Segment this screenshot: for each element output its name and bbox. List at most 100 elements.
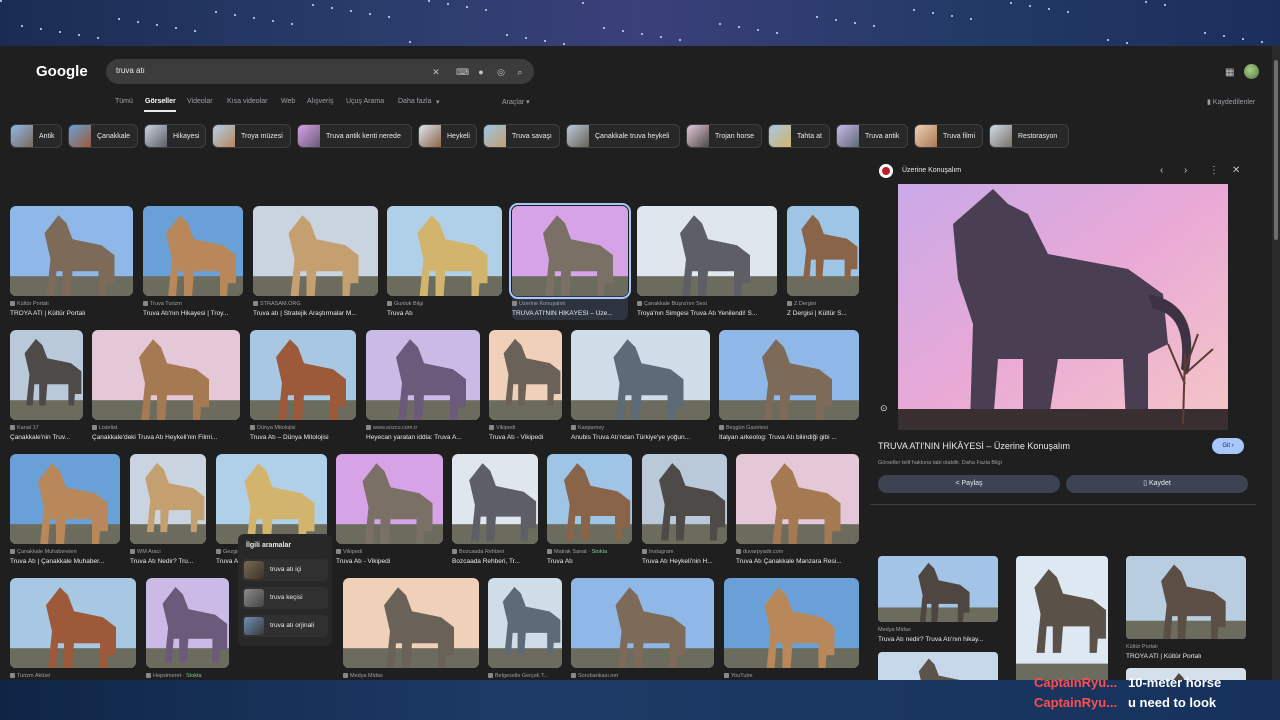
filter-chip[interactable]: Çanakkale truva heykeli: [566, 124, 680, 148]
result-thumbnail[interactable]: [10, 206, 133, 296]
search-input[interactable]: truva atı: [116, 66, 145, 75]
tools-button[interactable]: Araçlar ▾: [502, 98, 530, 106]
result-title[interactable]: Troya'nın Simgesi Truva Atı Yenilendi! S…: [637, 310, 777, 317]
filter-chip[interactable]: Truva filmi: [914, 124, 983, 148]
image-result[interactable]: Vikipedi Truva Atı - Vikipedi: [336, 454, 443, 568]
image-result[interactable]: Truva Turizm Truva Atı'nın Hikayesi | Tr…: [143, 206, 243, 320]
image-result[interactable]: Belgeselle Gerçek T... Osmanlıya sığınan…: [488, 578, 562, 680]
result-thumbnail[interactable]: [787, 206, 859, 296]
tab-7[interactable]: Daha fazla: [398, 98, 431, 105]
result-title[interactable]: Çanakkale'nin Truv...: [10, 434, 83, 441]
preview-image[interactable]: [898, 184, 1228, 430]
tab-0[interactable]: Tümü: [115, 98, 133, 105]
result-title[interactable]: TRUVA ATI'NIN HİKÂYESİ – Üze...: [512, 310, 628, 317]
result-title[interactable]: Heyecan yaratan iddia: Truva A...: [366, 434, 480, 441]
result-title[interactable]: Truva Atı: [547, 558, 632, 565]
image-result[interactable]: Turizm Aktüel Truva Atı'nın Kalıntıları …: [10, 578, 136, 680]
clear-icon[interactable]: ✕: [431, 67, 441, 77]
filter-chip[interactable]: Antik: [10, 124, 62, 148]
similar-thumbnail[interactable]: [878, 556, 998, 622]
result-thumbnail[interactable]: [250, 330, 356, 420]
share-button[interactable]: < Paylaş: [878, 475, 1060, 493]
result-thumbnail[interactable]: [92, 330, 240, 420]
image-result[interactable]: Matrak Sanat · Stokta Truva Atı: [547, 454, 632, 568]
panel-source[interactable]: Üzerine Konuşalım: [902, 167, 961, 174]
result-title[interactable]: Truva Atı Heykeli'nin H...: [642, 558, 727, 565]
avatar[interactable]: [1244, 64, 1259, 79]
result-title[interactable]: Anubis Truva Atı'ndan Türkiye'ye yoğun..…: [571, 434, 710, 441]
result-thumbnail[interactable]: [719, 330, 859, 420]
tab-3[interactable]: Kısa videolar: [227, 98, 267, 105]
image-result[interactable]: Vikipedi Truva Atı - Vikipedi: [489, 330, 562, 444]
result-title[interactable]: Truva Atı Çanakkale Manzara Resi...: [736, 558, 859, 565]
image-result[interactable]: Beşgün Gazetesi İtalyan arkeolog: Truva …: [719, 330, 859, 444]
result-thumbnail[interactable]: [637, 206, 777, 296]
image-result[interactable]: YouTube Truva Atı'na makyaj - YouTube: [724, 578, 859, 680]
filter-chip[interactable]: Truva antik kenti nerede: [297, 124, 412, 148]
result-title[interactable]: Truva Atı - Vikipedi: [489, 434, 562, 441]
filter-chip[interactable]: Çanakkale: [68, 124, 138, 148]
image-result[interactable]: Medya Midas Truva Atı nedir? Truva Atı'n…: [343, 578, 479, 680]
image-result[interactable]: STRASAM.ORG Truva atı | Stratejik Araştı…: [253, 206, 378, 320]
result-title[interactable]: Çanakkale'deki Truva Atı Heykeli'nin Fil…: [92, 434, 240, 441]
image-result[interactable]: WM Aracı Truva Atı Nedir? Tru...: [130, 454, 206, 568]
keyboard-icon[interactable]: ⌨: [456, 67, 469, 77]
similar-thumbnail[interactable]: [1016, 556, 1108, 680]
lens-search-icon[interactable]: ⊙: [880, 403, 892, 415]
image-result[interactable]: Gunluk Bilgi Truva Atı: [387, 206, 502, 320]
result-thumbnail[interactable]: [10, 578, 136, 668]
search-icon[interactable]: ⌕: [515, 67, 525, 77]
apps-grid-icon[interactable]: ▦: [1225, 67, 1234, 78]
panel-title[interactable]: TRUVA ATI'NIN HİKÂYESİ – Üzerine Konuşal…: [878, 441, 1070, 451]
image-result[interactable]: www.sozcu.com.tr Heyecan yaratan iddia: …: [366, 330, 480, 444]
image-result[interactable]: Kanal 17 Çanakkale'nin Truv...: [10, 330, 83, 444]
result-title[interactable]: Truva atı | Stratejik Araştırmalar M...: [253, 310, 378, 317]
image-result[interactable]: Z Dergisi Z Dergisi | Kültür S...: [787, 206, 859, 320]
tab-4[interactable]: Web: [281, 98, 295, 105]
image-result[interactable]: Çanakkale Muhabereleri Truva Atı | Çanak…: [10, 454, 120, 568]
image-result[interactable]: Kasparovy Anubis Truva Atı'ndan Türkiye'…: [571, 330, 710, 444]
filter-chip[interactable]: Trojan horse: [686, 124, 762, 148]
scrollbar[interactable]: [1272, 46, 1280, 680]
lens-icon[interactable]: ◎: [496, 67, 506, 77]
similar-title[interactable]: TROYA ATI | Kültür Portalı: [1126, 653, 1246, 660]
image-result[interactable]: Instagram Truva Atı Heykeli'nin H...: [642, 454, 727, 568]
image-result[interactable]: duvarpyadir.com Truva Atı Çanakkale Manz…: [736, 454, 859, 568]
result-title[interactable]: Truva Atı Nedir? Tru...: [130, 558, 206, 565]
more-icon[interactable]: ⋮: [1209, 165, 1219, 176]
search-box[interactable]: truva atı ✕ ⌨ ● ◎ ⌕: [106, 59, 534, 84]
result-thumbnail[interactable]: [130, 454, 206, 544]
filter-chip[interactable]: Troya müzesi: [212, 124, 291, 148]
result-thumbnail[interactable]: [547, 454, 632, 544]
result-thumbnail[interactable]: [387, 206, 502, 296]
similar-title[interactable]: Truva Atı nedir? Truva Atı'nın hikay...: [878, 636, 998, 643]
close-icon[interactable]: ✕: [1232, 165, 1240, 176]
result-thumbnail[interactable]: [253, 206, 378, 296]
related-item[interactable]: truva atı orjinali: [242, 615, 328, 637]
result-thumbnail[interactable]: [571, 330, 710, 420]
image-result[interactable]: Hepsimeret · Stokta Çanakkale Truva Atı …: [146, 578, 229, 680]
result-title[interactable]: Truva Atı | Çanakkale Muhaber...: [10, 558, 120, 565]
result-title[interactable]: Truva Atı'nın Hikayesi | Troy...: [143, 310, 243, 317]
result-thumbnail[interactable]: [146, 578, 229, 668]
filter-chip[interactable]: Truva antik: [836, 124, 908, 148]
visit-button[interactable]: Git ›: [1212, 438, 1244, 454]
result-thumbnail[interactable]: [10, 454, 120, 544]
result-title[interactable]: Bozcaada Rehberi, Tr...: [452, 558, 538, 565]
image-result[interactable]: Çanakkale Büşra'nın Sesi Troya'nın Simge…: [637, 206, 777, 320]
tab-2[interactable]: Videolar: [187, 98, 213, 105]
result-title[interactable]: Z Dergisi | Kültür S...: [787, 310, 859, 317]
related-item[interactable]: truva keçisi: [242, 587, 328, 609]
image-result[interactable]: Dünya Mitolojisi Truva Atı – Dünya Mitol…: [250, 330, 356, 444]
filter-chip[interactable]: Hikayesi: [144, 124, 206, 148]
result-title[interactable]: Truva Atı – Dünya Mitolojisi: [250, 434, 356, 441]
result-thumbnail[interactable]: [642, 454, 727, 544]
result-title[interactable]: TROYA ATI | Kültür Portalı: [10, 310, 133, 317]
prev-icon[interactable]: ‹: [1160, 165, 1163, 176]
result-thumbnail[interactable]: [10, 330, 83, 420]
result-title[interactable]: İtalyan arkeolog: Truva Atı bilindiği gi…: [719, 434, 859, 441]
similar-thumbnail[interactable]: [1126, 556, 1246, 639]
result-thumbnail[interactable]: [336, 454, 443, 544]
tab-5[interactable]: Alışveriş: [307, 98, 333, 105]
google-logo[interactable]: Google: [36, 63, 88, 80]
